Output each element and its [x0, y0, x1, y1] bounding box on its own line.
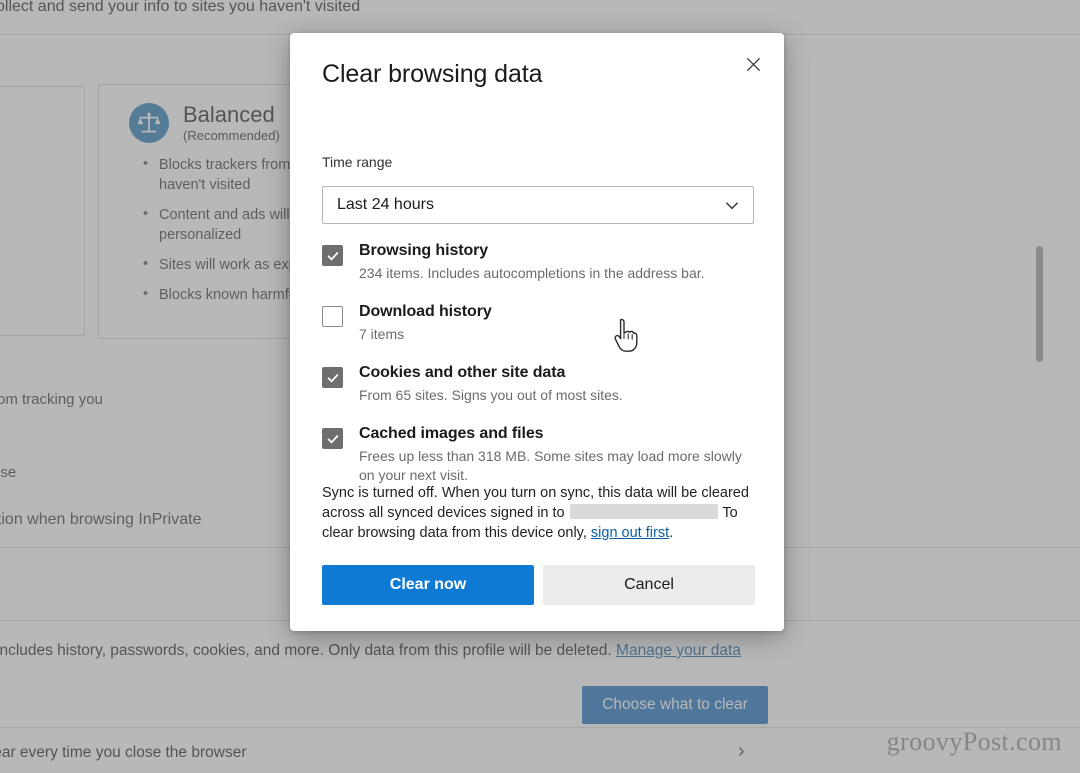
checkbox-checked-icon[interactable] — [322, 367, 343, 388]
redacted-account-email — [569, 504, 718, 519]
time-range-dropdown[interactable]: Last 24 hours — [322, 186, 754, 224]
watermark: groovyPost.com — [886, 727, 1062, 756]
checkbox-label: Download history — [359, 303, 492, 320]
close-icon[interactable] — [736, 47, 770, 81]
checkbox-row-browsing-history[interactable]: Browsing history 234 items. Includes aut… — [322, 241, 754, 283]
checkbox-description: Frees up less than 318 MB. Some sites ma… — [359, 448, 742, 483]
sign-out-first-link[interactable]: sign out first — [591, 525, 669, 541]
sync-status-note: Sync is turned off. When you turn on syn… — [322, 483, 756, 543]
checkbox-description: From 65 sites. Signs you out of most sit… — [359, 387, 623, 403]
time-range-selected-value: Last 24 hours — [337, 196, 434, 213]
scrollbar-track[interactable] — [1034, 241, 1044, 505]
checkbox-checked-icon[interactable] — [322, 245, 343, 266]
data-type-checkbox-list: Browsing history 234 items. Includes aut… — [322, 241, 754, 505]
checkbox-row-cookies[interactable]: Cookies and other site data From 65 site… — [322, 363, 754, 405]
checkbox-row-cached-images[interactable]: Cached images and files Frees up less th… — [322, 424, 754, 485]
scrollbar-thumb[interactable] — [1036, 246, 1043, 362]
chevron-down-icon — [723, 196, 741, 214]
clear-browsing-data-dialog: Clear browsing data Time range Last 24 h… — [290, 33, 1043, 631]
checkbox-label: Browsing history — [359, 242, 489, 259]
time-range-label: Time range — [322, 154, 393, 170]
clear-now-button[interactable]: Clear now — [322, 565, 534, 605]
checkbox-checked-icon[interactable] — [322, 428, 343, 449]
checkbox-label: Cookies and other site data — [359, 364, 566, 381]
checkbox-unchecked-icon[interactable] — [322, 306, 343, 327]
checkbox-label: Cached images and files — [359, 425, 544, 442]
checkbox-description: 7 items — [359, 326, 405, 342]
checkbox-row-download-history[interactable]: Download history 7 items — [322, 302, 754, 344]
page-title: Clear browsing data — [322, 60, 543, 88]
sync-note-part3: . — [669, 525, 674, 541]
checkbox-description: 234 items. Includes autocompletions in t… — [359, 265, 705, 281]
cancel-button[interactable]: Cancel — [543, 565, 755, 605]
